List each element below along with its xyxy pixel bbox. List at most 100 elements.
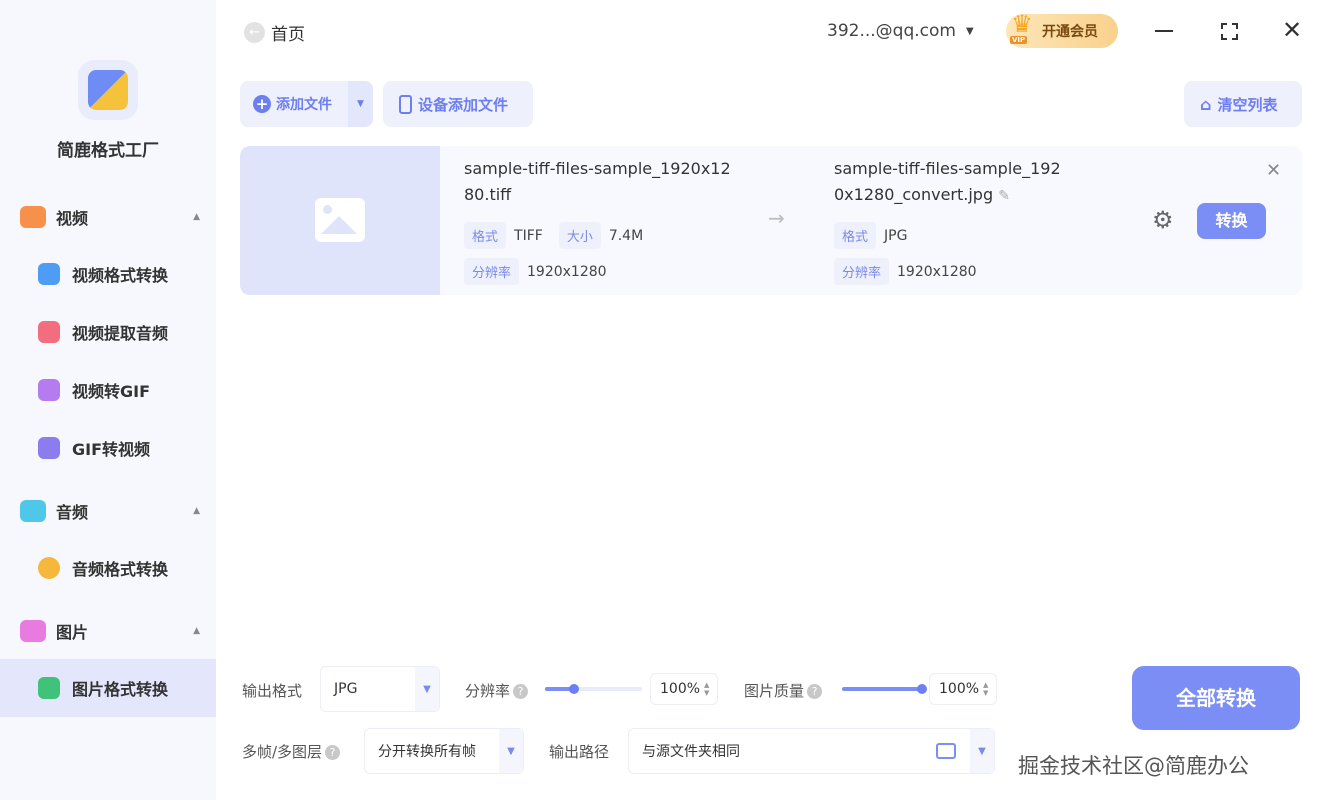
multiframe-select[interactable]: 分开转换所有帧 ▼ <box>364 728 524 774</box>
convert-button[interactable]: 转换 <box>1197 203 1266 239</box>
stepper-icon[interactable]: ▲ ▼ <box>704 681 709 697</box>
sidebar-item-image-convert[interactable]: 图片格式转换 <box>0 659 216 717</box>
close-window-button[interactable]: ✕ <box>1282 16 1302 44</box>
resolution-slider[interactable] <box>545 684 642 694</box>
target-res-row: 分辨率 1920x1280 <box>834 258 993 285</box>
source-resolution: 1920x1280 <box>527 263 607 280</box>
plus-circle-icon: + <box>253 95 271 113</box>
help-icon[interactable]: ? <box>325 745 341 760</box>
clear-list-label: 清空列表 <box>1217 95 1278 114</box>
target-format: JPG <box>884 227 908 244</box>
image-icon <box>20 620 46 642</box>
quality-label: 图片质量 <box>744 682 805 700</box>
caret-up-icon: ▲ <box>193 506 200 516</box>
multiframe-value: 分开转换所有帧 <box>378 744 476 760</box>
source-res-row: 分辨率 1920x1280 <box>464 258 623 285</box>
quality-slider[interactable] <box>842 684 927 694</box>
image-placeholder-icon <box>315 198 365 242</box>
back-label: 首页 <box>271 25 305 45</box>
app-logo <box>78 60 138 120</box>
video-icon <box>20 206 46 228</box>
broom-icon: ⌂ <box>1200 94 1212 114</box>
target-file-name: sample-tiff-files-sample_1920x1280_conve… <box>834 159 1061 204</box>
help-icon[interactable]: ? <box>807 684 823 699</box>
file-thumbnail <box>240 146 440 295</box>
back-arrow-icon: ← <box>244 22 265 43</box>
folder-icon[interactable] <box>936 743 956 759</box>
item-label: 视频转GIF <box>72 382 151 401</box>
account-menu[interactable]: 392...@qq.com ▼ <box>827 21 974 41</box>
section-label: 图片 <box>56 623 89 642</box>
chevron-down-icon: ▼ <box>415 667 439 711</box>
device-add-file-button[interactable]: 设备添加文件 <box>383 81 533 127</box>
image-convert-icon <box>38 677 60 699</box>
vip-label: 开通会员 <box>1042 24 1098 40</box>
chevron-down-icon: ▼ <box>499 729 523 773</box>
section-label: 音频 <box>56 503 89 522</box>
phone-icon <box>399 94 412 114</box>
help-icon[interactable]: ? <box>513 684 529 699</box>
music-icon <box>38 321 60 343</box>
size-tag: 大小 <box>558 222 601 249</box>
source-format: TIFF <box>514 227 543 244</box>
output-path-label: 输出路径 <box>549 743 610 761</box>
sidebar-item-gif-to-video[interactable]: GIF转视频 <box>0 419 216 477</box>
caret-up-icon: ▲ <box>193 212 200 222</box>
device-add-label: 设备添加文件 <box>418 95 509 114</box>
sidebar: 简鹿格式工厂 视频 ▲ 视频格式转换 视频提取音频 视频转GIF GIF转视频 音… <box>0 0 216 800</box>
audio-icon <box>20 500 46 522</box>
arrow-right-icon: → <box>768 206 785 230</box>
target-file-name-row: sample-tiff-files-sample_1920x1280_conve… <box>834 156 1064 209</box>
resolution-value: 100% <box>660 681 701 697</box>
edit-pencil-icon[interactable]: ✎ <box>998 188 1010 204</box>
stepper-icon[interactable]: ▲ ▼ <box>983 681 988 697</box>
target-resolution: 1920x1280 <box>897 263 977 280</box>
item-label: 视频格式转换 <box>72 266 169 285</box>
sidebar-item-audio-convert[interactable]: 音频格式转换 <box>0 539 216 597</box>
quality-input[interactable]: 100% ▲ ▼ <box>929 673 997 705</box>
vip-button[interactable]: ♛ VIP 开通会员 <box>1006 10 1118 48</box>
resolution-label: 分辨率 <box>465 682 511 700</box>
gif-icon <box>38 379 60 401</box>
app-name: 简鹿格式工厂 <box>57 141 159 161</box>
output-path-select[interactable]: 与源文件夹相同 ▼ <box>628 728 995 774</box>
multiframe-label: 多帧/多图层 <box>242 743 323 761</box>
convert-all-button[interactable]: 全部转换 <box>1132 666 1300 730</box>
sidebar-section-image[interactable]: 图片 ▲ <box>20 616 200 646</box>
add-file-label: 添加文件 <box>276 97 332 113</box>
video-convert-icon <box>38 263 60 285</box>
sidebar-item-video-to-gif[interactable]: 视频转GIF <box>0 361 216 419</box>
resolution-input[interactable]: 100% ▲ ▼ <box>650 673 718 705</box>
output-format-value: JPG <box>334 681 358 697</box>
headphones-icon <box>38 557 60 579</box>
output-format-select[interactable]: JPG ▼ <box>320 666 440 712</box>
maximize-button[interactable] <box>1221 23 1238 40</box>
chevron-down-icon: ▼ <box>970 729 994 773</box>
source-file-name: sample-tiff-files-sample_1920x1280.tiff <box>464 159 731 204</box>
vip-badge: VIP <box>1010 36 1028 44</box>
file-card: sample-tiff-files-sample_1920x1280.tiff … <box>240 146 1302 295</box>
quality-label-wrap: 图片质量? <box>744 680 823 701</box>
item-label: 图片格式转换 <box>72 680 169 699</box>
output-format-label: 输出格式 <box>242 682 303 700</box>
remove-file-icon[interactable]: ✕ <box>1266 160 1281 181</box>
resolution-tag: 分辨率 <box>464 258 520 285</box>
resolution-label-wrap: 分辨率? <box>465 680 529 701</box>
settings-gear-icon[interactable]: ⚙ <box>1152 206 1174 234</box>
clear-list-button[interactable]: ⌂ 清空列表 <box>1184 81 1302 127</box>
source-meta-row: 格式 TIFF 大小 7.4M <box>464 222 659 249</box>
source-size: 7.4M <box>608 227 644 244</box>
gif-video-icon <box>38 437 60 459</box>
add-file-button[interactable]: + 添加文件 ▼ <box>240 81 373 127</box>
sidebar-item-video-extract-audio[interactable]: 视频提取音频 <box>0 303 216 361</box>
sidebar-section-video[interactable]: 视频 ▲ <box>20 202 200 232</box>
back-home-button[interactable]: ← 首页 <box>244 20 305 45</box>
add-file-dropdown[interactable]: ▼ <box>348 81 373 127</box>
minimize-button[interactable] <box>1155 30 1173 32</box>
format-tag: 格式 <box>834 222 877 249</box>
section-label: 视频 <box>56 209 89 228</box>
sidebar-section-audio[interactable]: 音频 ▲ <box>20 496 200 526</box>
quality-value: 100% <box>939 681 980 697</box>
resolution-tag: 分辨率 <box>834 258 890 285</box>
sidebar-item-video-convert[interactable]: 视频格式转换 <box>0 245 216 303</box>
